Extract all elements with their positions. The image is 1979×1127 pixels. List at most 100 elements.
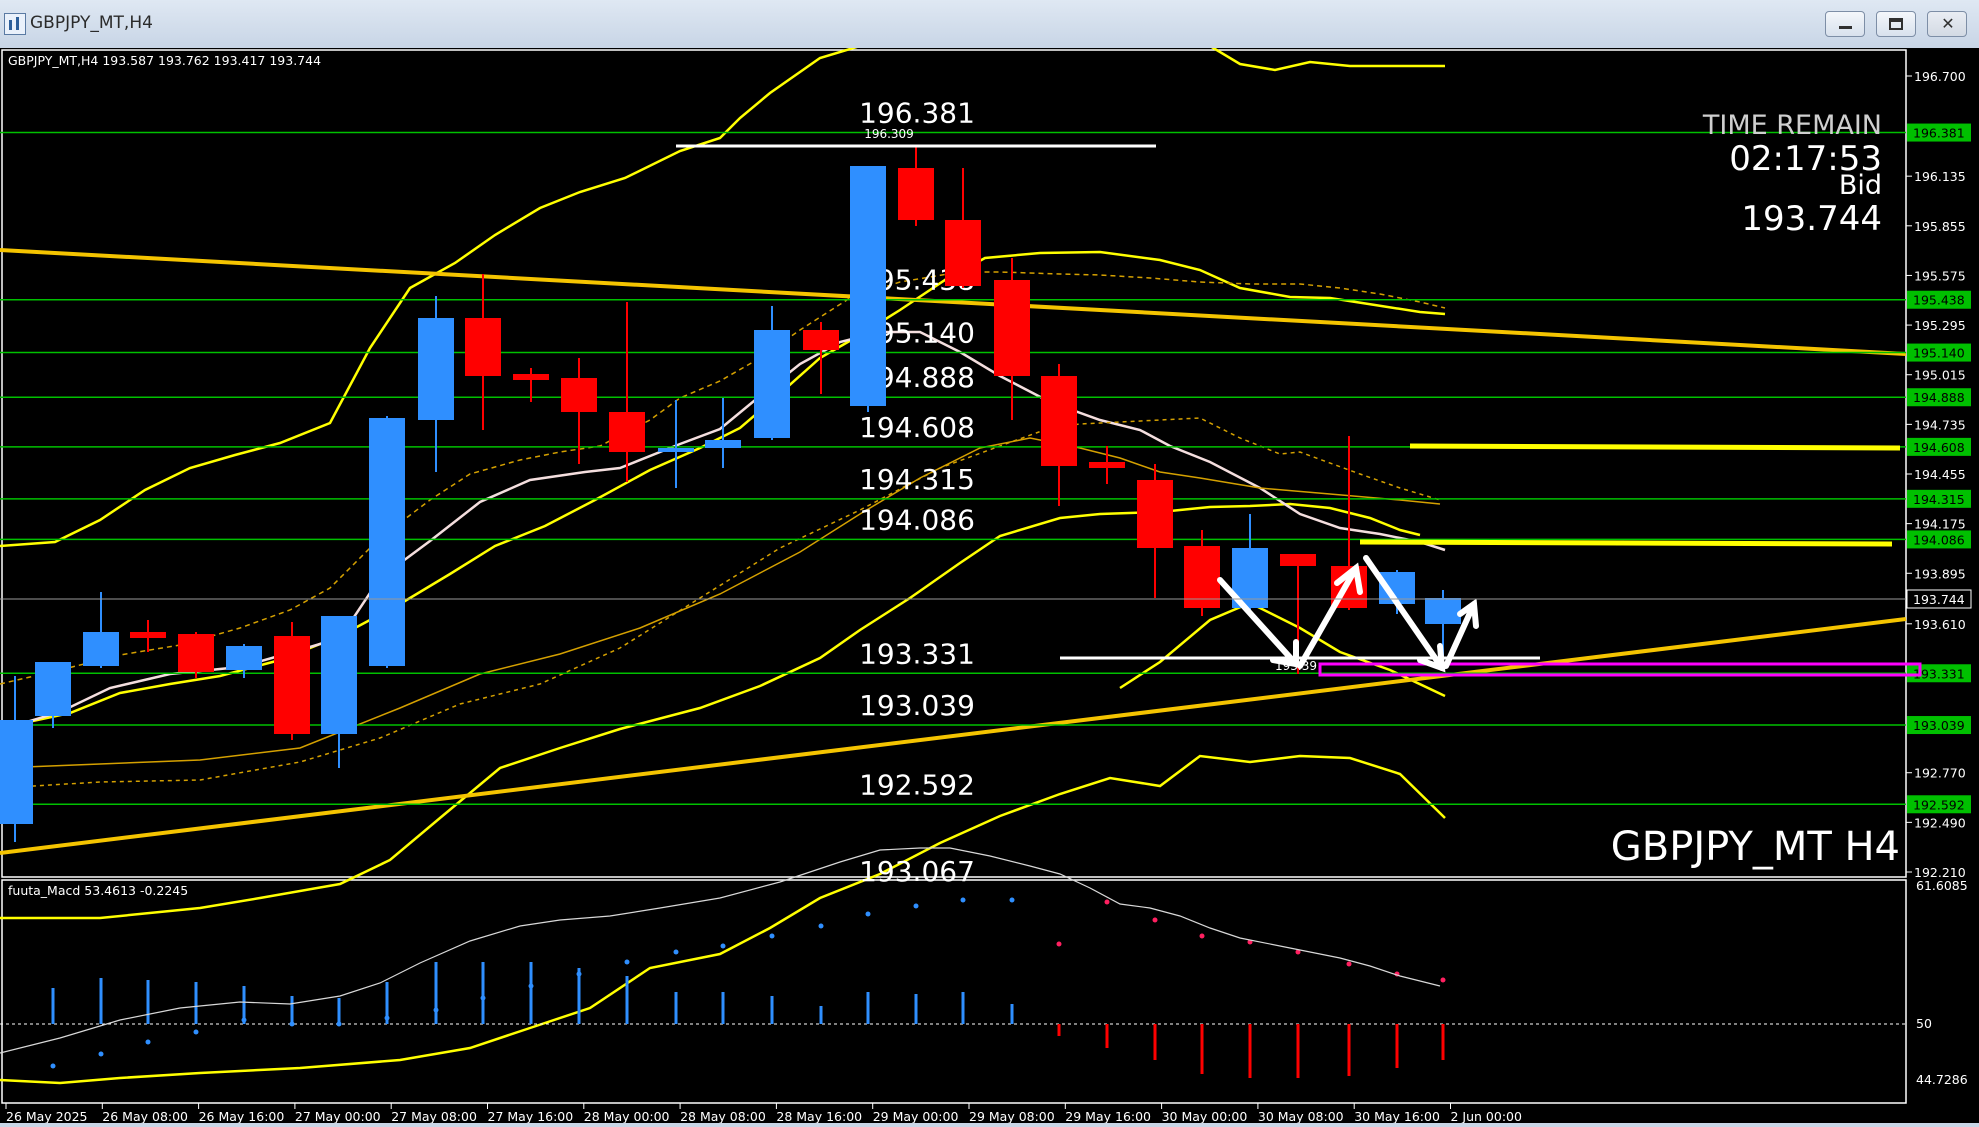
price-axis-label: 195.295 bbox=[1914, 318, 1966, 333]
macd-signal-dot bbox=[673, 949, 679, 955]
price-axis-label: 192.770 bbox=[1914, 766, 1966, 781]
bear-candle bbox=[1280, 554, 1316, 566]
price-axis-label: 194.175 bbox=[1914, 517, 1966, 532]
bull-candle bbox=[705, 440, 741, 448]
bear-candle bbox=[513, 374, 549, 380]
level-axis-tag: 195.438 bbox=[1913, 293, 1965, 308]
macd-signal-dot bbox=[1199, 933, 1205, 939]
high-marker-label: 196.309 bbox=[864, 127, 914, 141]
maximize-icon bbox=[1889, 18, 1903, 30]
macd-axis-top: 61.6085 bbox=[1916, 878, 1968, 893]
level-label: 194.608 bbox=[859, 411, 975, 444]
time-axis-label: 29 May 16:00 bbox=[1065, 1109, 1151, 1123]
maximize-button[interactable] bbox=[1876, 11, 1916, 37]
price-axis-label: 193.895 bbox=[1914, 566, 1966, 581]
level-label: 194.086 bbox=[859, 503, 975, 536]
price-axis-label: 195.015 bbox=[1914, 368, 1966, 383]
macd-signal-dot bbox=[480, 995, 486, 1001]
level-axis-tag: 194.086 bbox=[1913, 532, 1965, 547]
level-label: 196.381 bbox=[859, 97, 975, 130]
bear-candle bbox=[994, 280, 1030, 376]
bull-candle bbox=[369, 418, 405, 666]
bear-candle bbox=[465, 318, 501, 376]
bear-candle bbox=[1137, 480, 1173, 548]
moving-average-dashed bbox=[0, 271, 1446, 685]
time-axis-label: 27 May 00:00 bbox=[295, 1109, 381, 1123]
time-axis-label: 30 May 08:00 bbox=[1258, 1109, 1344, 1123]
chart-area[interactable]: 196.381 196.381 195.438 195.438 195.140 195.1… bbox=[0, 44, 1979, 1124]
symbol-watermark: GBPJPY_MT H4 bbox=[1611, 824, 1900, 870]
bid-label: Bid bbox=[1839, 170, 1882, 201]
price-chart[interactable]: 196.381196.381195.438195.438195.140195.1… bbox=[0, 44, 1979, 1124]
macd-signal-dot bbox=[50, 1063, 56, 1069]
time-axis-label: 26 May 08:00 bbox=[102, 1109, 188, 1123]
close-button[interactable]: ✕ bbox=[1927, 11, 1967, 37]
bull-candle bbox=[850, 166, 886, 406]
macd-axis-mid: 50 bbox=[1916, 1016, 1932, 1031]
time-axis-label: 27 May 08:00 bbox=[391, 1109, 477, 1123]
price-axis-label: 193.610 bbox=[1914, 617, 1966, 632]
macd-signal-dot bbox=[913, 903, 919, 909]
minimize-button[interactable] bbox=[1825, 11, 1865, 37]
level-label: 193.331 bbox=[859, 637, 975, 670]
macd-signal-dot bbox=[960, 897, 966, 903]
price-axis-label: 195.575 bbox=[1914, 268, 1966, 283]
level-label: 192.592 bbox=[859, 768, 975, 801]
bear-candle bbox=[803, 330, 839, 350]
time-axis-label: 28 May 08:00 bbox=[680, 1109, 766, 1123]
level-label: 194.315 bbox=[859, 463, 975, 496]
level-label: 193.039 bbox=[859, 689, 975, 722]
bollinger-upper bbox=[0, 44, 861, 548]
low-marker-label: 193.39 bbox=[1275, 659, 1317, 673]
price-axis-label: 196.700 bbox=[1914, 69, 1966, 84]
bear-candle bbox=[130, 632, 166, 638]
time-axis-label: 27 May 16:00 bbox=[488, 1109, 574, 1123]
macd-signal-dot bbox=[769, 933, 775, 939]
bear-candle bbox=[561, 378, 597, 412]
bear-candle bbox=[898, 168, 934, 220]
macd-signal-dot bbox=[289, 1021, 295, 1027]
bull-candle bbox=[0, 720, 33, 824]
bull-candle bbox=[418, 318, 454, 420]
resistance-segment-1 bbox=[1409, 443, 1901, 451]
macd-signal-dot bbox=[241, 1017, 247, 1023]
macd-signal-dot bbox=[720, 943, 726, 949]
time-axis-label: 30 May 16:00 bbox=[1354, 1109, 1440, 1123]
cut-level-label: 193.067 bbox=[859, 855, 975, 888]
time-axis-label: 29 May 00:00 bbox=[873, 1109, 959, 1123]
level-axis-tag: 194.888 bbox=[1913, 390, 1965, 405]
close-icon: ✕ bbox=[1941, 14, 1955, 33]
window-title: GBPJPY_MT,H4 bbox=[30, 13, 153, 33]
bear-candle bbox=[1089, 462, 1125, 468]
time-remain-label: TIME REMAIN bbox=[1702, 110, 1882, 141]
time-axis-label: 2 Jun 00:00 bbox=[1451, 1109, 1523, 1123]
macd-signal-line bbox=[0, 847, 1441, 1054]
macd-signal-dot bbox=[1152, 917, 1158, 923]
price-axis-label: 194.735 bbox=[1914, 417, 1966, 432]
bull-candle bbox=[1425, 598, 1461, 624]
time-axis-label: 28 May 16:00 bbox=[776, 1109, 862, 1123]
macd-axis-bottom: 44.7286 bbox=[1916, 1072, 1968, 1087]
moving-average-dotted bbox=[0, 417, 1441, 789]
time-axis-label: 29 May 08:00 bbox=[969, 1109, 1055, 1123]
time-axis-label: 30 May 00:00 bbox=[1162, 1109, 1248, 1123]
macd-title: fuuta_Macd 53.4613 -0.2245 bbox=[8, 883, 188, 898]
macd-signal-dot bbox=[384, 1015, 390, 1021]
bull-candle bbox=[226, 646, 262, 670]
macd-signal-dot bbox=[865, 911, 871, 917]
price-axis-label: 196.135 bbox=[1914, 169, 1966, 184]
time-axis-label: 26 May 2025 bbox=[6, 1109, 88, 1123]
bull-candle bbox=[321, 616, 357, 734]
macd-signal-dot bbox=[433, 1007, 439, 1013]
bid-value: 193.744 bbox=[1741, 199, 1882, 239]
title-bar: GBPJPY_MT,H4 ✕ bbox=[0, 0, 1979, 49]
macd-signal-dot bbox=[193, 1029, 199, 1035]
macd-signal-dot bbox=[528, 983, 534, 989]
minimize-icon bbox=[1839, 26, 1852, 29]
macd-signal-dot bbox=[1440, 977, 1446, 983]
macd-signal-dot bbox=[1346, 961, 1352, 967]
bull-candle bbox=[35, 662, 71, 716]
bollinger-upper-right bbox=[1209, 44, 1445, 72]
macd-signal-dot bbox=[1056, 941, 1062, 947]
bear-candle bbox=[1041, 376, 1077, 466]
